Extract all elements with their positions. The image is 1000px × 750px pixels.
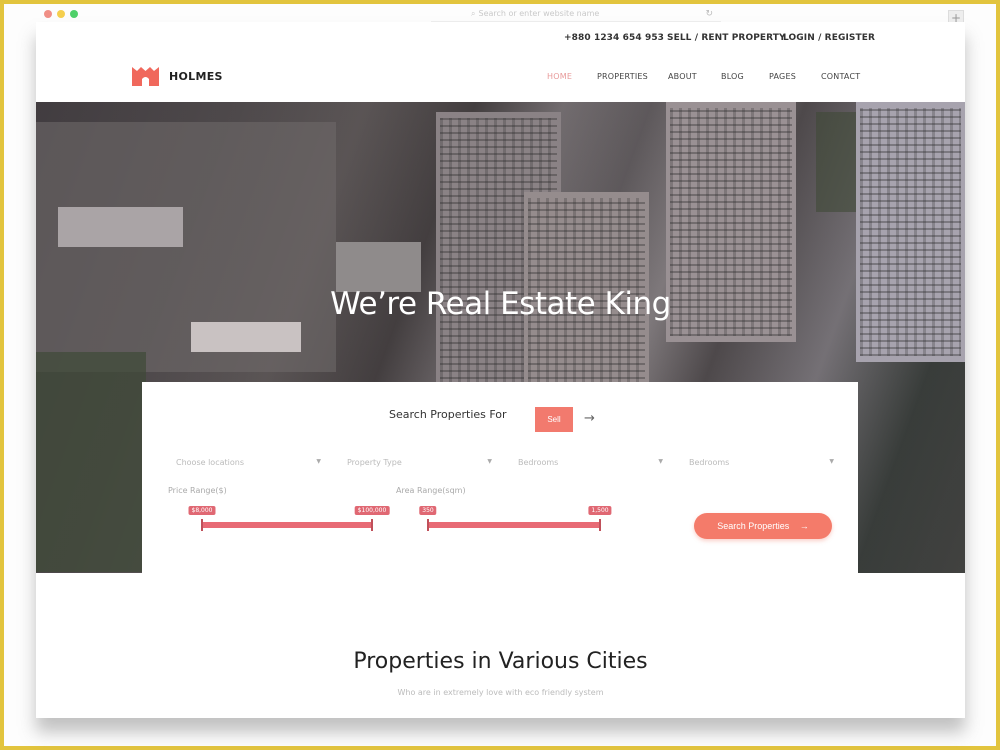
web-page: +880 1234 654 953 SELL / RENT PROPERTY L… (36, 22, 965, 718)
area-max-value: 1,500 (588, 506, 612, 515)
nav-home[interactable]: HOME (547, 72, 572, 81)
search-panel: Search Properties For Sell → Choose loca… (142, 382, 858, 582)
price-min-handle[interactable] (201, 519, 203, 531)
chevron-down-icon: ▼ (829, 458, 834, 465)
hero-title: We’re Real Estate King (330, 286, 671, 322)
nav-contact[interactable]: CONTACT (821, 72, 860, 81)
section-subtitle: Who are in extremely love with eco frien… (397, 688, 604, 697)
address-placeholder: Search or enter website name (478, 9, 600, 18)
hero-greenery (36, 352, 146, 572)
chevron-down-icon: ▼ (658, 458, 663, 465)
hero-building-small (336, 242, 421, 292)
price-range-label: Price Range($) (168, 486, 227, 495)
hero-gas-station (58, 207, 183, 247)
brand-name[interactable]: HOLMES (169, 70, 223, 83)
chevron-down-icon: ▼ (487, 458, 492, 465)
bedrooms-placeholder-2: Bedrooms (689, 458, 730, 467)
location-dropdown-placeholder: Choose locations (176, 458, 244, 467)
nav-properties[interactable]: PROPERTIES (597, 72, 648, 81)
address-bar[interactable]: ⌕ Search or enter website name ↻ (431, 7, 721, 22)
property-type-dropdown[interactable]: Property Type ▼ (347, 458, 492, 472)
search-properties-button[interactable]: Search Properties → (694, 513, 832, 539)
login-register-link[interactable]: LOGIN / REGISTER (783, 33, 875, 43)
search-for-label: Search Properties For (389, 408, 507, 421)
browser-chrome: ⌕ Search or enter website name ↻ (36, 4, 966, 24)
price-max-value: $100,000 (354, 506, 390, 515)
chevron-down-icon: ▼ (316, 458, 321, 465)
nav-about[interactable]: ABOUT (668, 72, 697, 81)
area-range-track[interactable] (428, 522, 600, 528)
window-minimize-button[interactable] (57, 10, 65, 18)
sell-mode-button[interactable]: Sell (535, 407, 573, 432)
navbar: HOLMES HOME PROPERTIES ABOUT BLOG PAGES … (36, 54, 965, 102)
price-max-handle[interactable] (371, 519, 373, 531)
reload-icon[interactable]: ↻ (705, 7, 713, 21)
sell-rent-link[interactable]: SELL / RENT PROPERTY (667, 33, 786, 43)
price-min-value: $8,000 (188, 506, 216, 515)
bedrooms-placeholder: Bedrooms (518, 458, 559, 467)
hero-building-small (191, 322, 301, 352)
hero-tower (856, 102, 965, 362)
nav-pages[interactable]: PAGES (769, 72, 796, 81)
property-type-placeholder: Property Type (347, 458, 402, 467)
bedrooms-dropdown[interactable]: Bedrooms ▼ (518, 458, 663, 472)
section-title: Properties in Various Cities (353, 649, 648, 674)
area-range-slider[interactable]: 350 1,500 (419, 506, 612, 536)
nav-blog[interactable]: BLOG (721, 72, 744, 81)
price-range-slider[interactable]: $8,000 $100,000 (188, 506, 390, 536)
arrow-right-icon[interactable]: → (584, 411, 595, 426)
window-maximize-button[interactable] (70, 10, 78, 18)
area-range-label: Area Range(sqm) (396, 486, 466, 495)
price-range-track[interactable] (202, 522, 372, 528)
search-properties-label: Search Properties (717, 521, 790, 531)
location-dropdown[interactable]: Choose locations ▼ (176, 458, 321, 472)
search-icon: ⌕ (471, 9, 476, 18)
area-max-handle[interactable] (599, 519, 601, 531)
window-close-button[interactable] (44, 10, 52, 18)
area-min-value: 350 (419, 506, 437, 515)
phone-number[interactable]: +880 1234 654 953 (564, 33, 664, 43)
castle-logo-icon[interactable] (132, 67, 159, 86)
area-min-handle[interactable] (427, 519, 429, 531)
bedrooms-dropdown-2[interactable]: Bedrooms ▼ (689, 458, 834, 472)
arrow-right-icon: → (799, 521, 809, 531)
top-bar: +880 1234 654 953 SELL / RENT PROPERTY L… (36, 22, 965, 54)
